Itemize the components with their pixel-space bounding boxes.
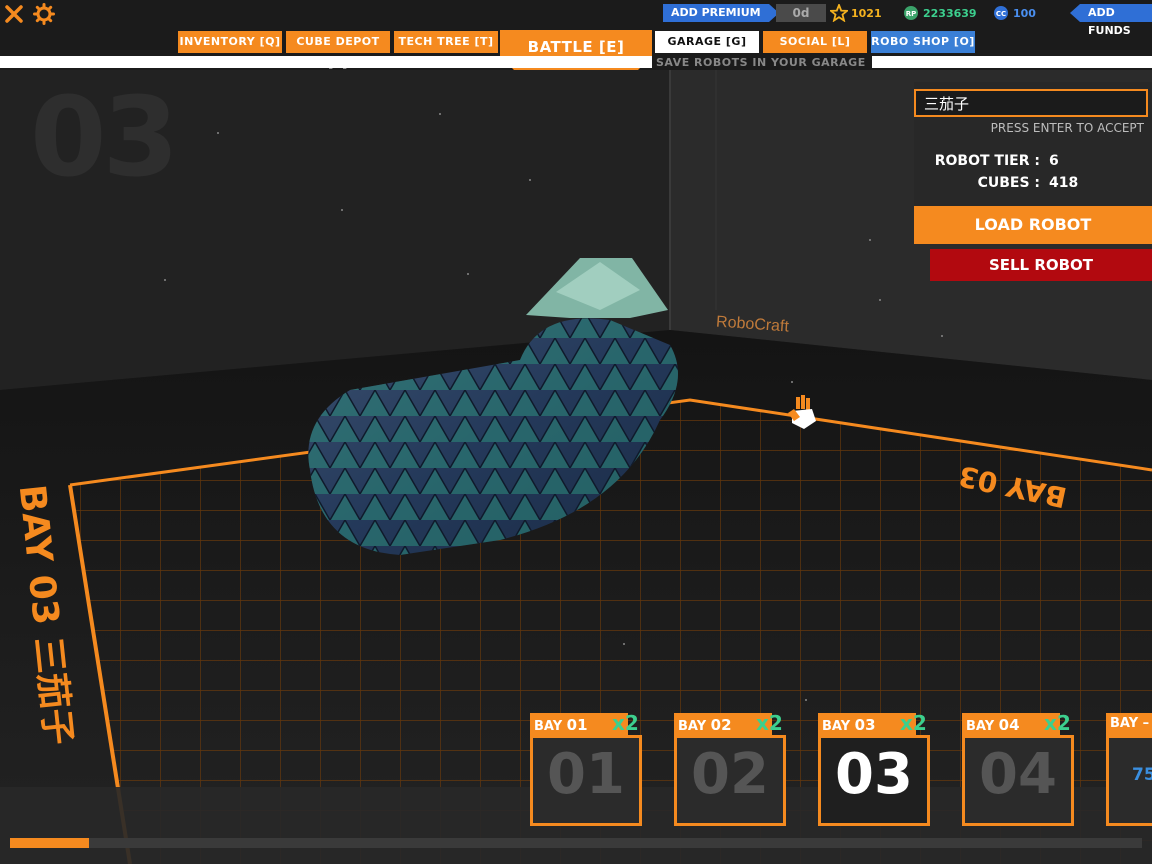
bay-label: BAY — [678, 719, 707, 734]
bay-multiplier: x2 — [612, 711, 639, 735]
gear-icon — [33, 3, 55, 25]
bay-multiplier: x2 — [756, 711, 783, 735]
tab-tech-tree[interactable]: TECH TREE [T] — [394, 31, 498, 53]
bay-multiplier: x2 — [1044, 711, 1071, 735]
bay-04-button[interactable]: BAY 04 x2 04 — [962, 711, 1074, 826]
press-enter-hint: PRESS ENTER TO ACCEPT — [990, 121, 1144, 135]
tech-points: 1021 — [830, 4, 882, 22]
tab-cube-depot[interactable]: CUBE DEPOT [C] — [286, 31, 390, 70]
close-icon — [5, 5, 23, 23]
top-bar: ADD PREMIUM 0d 1021 RP 2233639 CC 100 AD… — [0, 0, 1152, 37]
robot-name-input[interactable] — [914, 89, 1148, 117]
tab-garage[interactable]: GARAGE [G] — [655, 31, 759, 53]
bay-number: 04 — [998, 716, 1020, 734]
bay-big-number: 03 — [30, 73, 179, 201]
robits: RP 2233639 — [903, 4, 977, 22]
add-premium-label: ADD PREMIUM — [663, 4, 769, 22]
bay-big-number: 04 — [979, 742, 1057, 807]
bay-multiplier: x2 — [900, 711, 927, 735]
add-funds-label: ADD FUNDS — [1080, 4, 1152, 37]
svg-text:CC: CC — [996, 10, 1006, 18]
cc-value: 100 — [1013, 6, 1036, 20]
bay-03-button[interactable]: BAY 03 x2 03 — [818, 711, 930, 826]
settings-button[interactable] — [32, 2, 56, 26]
tab-underline — [0, 56, 1152, 68]
loading-progress-fill — [10, 838, 90, 848]
bay-label: BAY – — [1110, 716, 1150, 731]
bay-number: 01 — [566, 716, 588, 734]
load-robot-button[interactable]: LOAD ROBOT — [914, 206, 1152, 244]
robits-icon: RP — [904, 6, 918, 20]
bay-05-button[interactable]: BAY – 75 — [1106, 713, 1152, 826]
close-button[interactable] — [2, 2, 26, 26]
cosmetic-credits: CC 100 — [993, 4, 1036, 22]
tab-battle-label: BATTLE [E] — [527, 38, 625, 56]
bay-big-number: 03 — [835, 742, 913, 807]
bay-01-button[interactable]: BAY 01 x2 01 — [530, 711, 642, 826]
hand-cursor-icon — [786, 395, 816, 429]
bay-02-button[interactable]: BAY 02 x2 02 — [674, 711, 786, 826]
add-funds-button[interactable]: ADD FUNDS — [1070, 4, 1152, 37]
loading-progress-bar — [10, 838, 1142, 848]
bay-label: BAY — [966, 719, 995, 734]
bay-label: BAY — [822, 719, 851, 734]
bay-big-number: 02 — [691, 742, 769, 807]
sell-robot-button[interactable]: SELL ROBOT — [930, 249, 1152, 281]
robot-tier-label: ROBOT TIER : — [934, 153, 1040, 169]
tab-robo-shop[interactable]: ROBO SHOP [O] — [871, 31, 975, 53]
star-icon — [830, 4, 848, 22]
tab-inventory[interactable]: INVENTORY [Q] — [178, 31, 282, 53]
robits-value: 2233639 — [923, 6, 977, 20]
tab-social[interactable]: SOCIAL [L] — [763, 31, 867, 53]
robot-tier-value: 6 — [1049, 153, 1059, 169]
svg-text:RP: RP — [906, 10, 917, 18]
bay-price: 75 — [1132, 765, 1152, 785]
cubes-label: CUBES : — [977, 175, 1040, 191]
bay-number: 02 — [710, 716, 732, 734]
premium-days: 0d — [776, 4, 826, 22]
add-premium-button[interactable]: ADD PREMIUM — [663, 4, 779, 22]
tech-points-value: 1021 — [851, 6, 882, 20]
cc-icon: CC — [994, 6, 1008, 20]
bay-number: 03 — [854, 716, 876, 734]
garage-subtitle: SAVE ROBOTS IN YOUR GARAGE — [652, 56, 872, 69]
cubes-value: 418 — [1049, 175, 1079, 191]
bay-big-number: 01 — [547, 742, 625, 807]
bay-label: BAY — [534, 719, 563, 734]
